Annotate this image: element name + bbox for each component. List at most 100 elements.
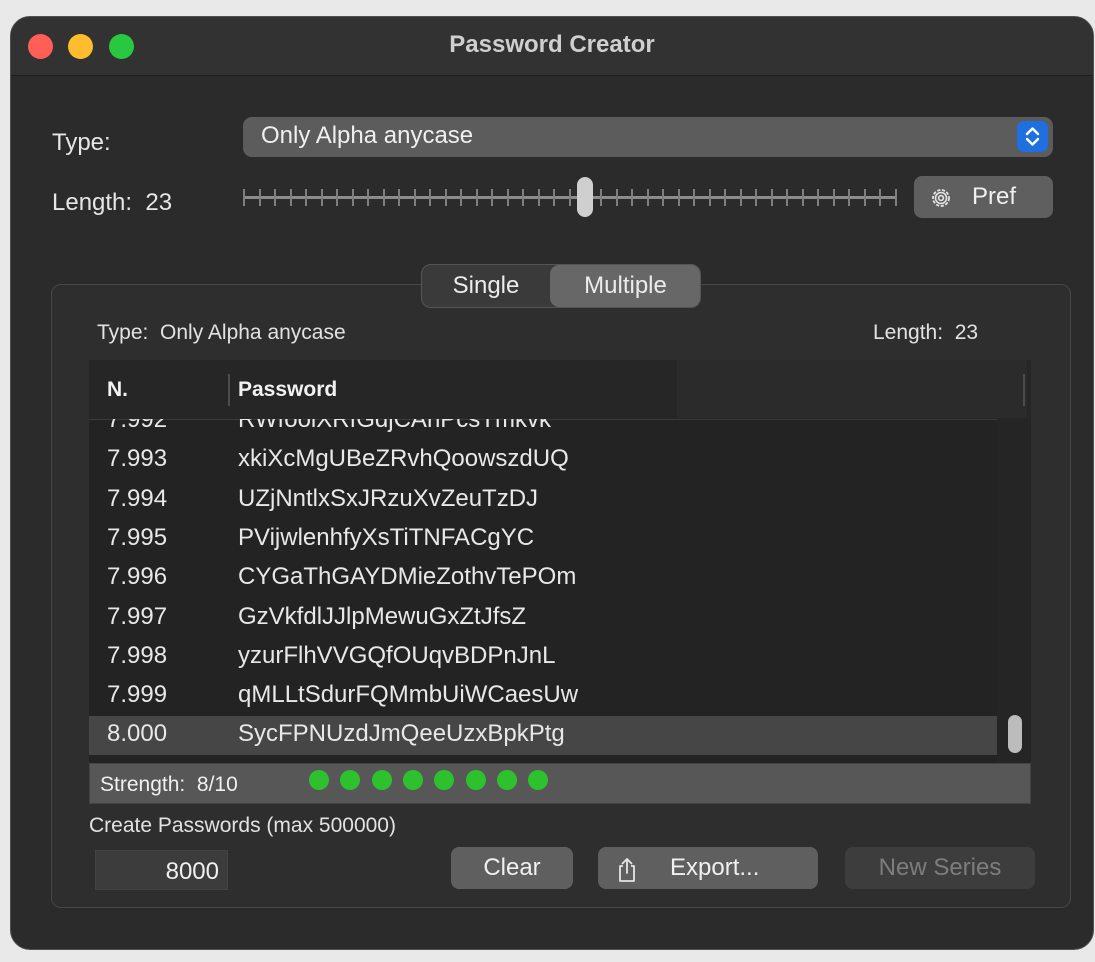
slider-tick	[351, 189, 354, 206]
table-row[interactable]: 8.000 SycFPNUzdJmQeeUzxBpkPtg	[89, 716, 997, 756]
pref-button-label: Pref	[972, 183, 1017, 210]
strength-dot	[434, 770, 455, 790]
slider-tick	[615, 189, 618, 206]
slider-tick	[677, 189, 680, 206]
strength-label: Strength: 8/10	[100, 773, 238, 796]
slider-tick	[243, 189, 245, 206]
mode-segmented-control: Single Multiple	[421, 264, 701, 308]
row-password: yzurFlhVVGQfOUqvBDPnJnL	[238, 641, 556, 669]
new-series-button[interactable]: New Series	[845, 847, 1035, 889]
password-table[interactable]: N. Password 7.992 RWfooiXRfGdjCAnPcsTmkvk…	[89, 360, 1031, 763]
clear-button[interactable]: Clear	[451, 847, 573, 889]
column-header-n[interactable]: N.	[107, 378, 128, 402]
row-password: SycFPNUzdJmQeeUzxBpkPtg	[238, 720, 565, 748]
strength-dot	[309, 770, 329, 790]
column-header-password[interactable]: Password	[238, 378, 337, 402]
row-password: PVijwlenhfyXsTiTNFACgYC	[238, 523, 535, 551]
summary-length: Length: 23	[873, 321, 979, 344]
slider-tick	[289, 189, 292, 206]
slider-tick	[258, 189, 261, 206]
table-body: 7.992 RWfooiXRfGdjCAnPcsTmkvk 7.993 xkiXcMg…	[89, 419, 997, 763]
table-row[interactable]: 7.995 PVijwlenhfyXsTiTNFACgYC	[89, 520, 997, 559]
window-title: Password Creator	[449, 31, 655, 58]
length-value: 23	[145, 189, 173, 216]
summary-type: Type: Only Alpha anycase	[97, 321, 346, 344]
slider-tick	[662, 189, 665, 206]
slider-tick	[848, 189, 851, 206]
slider-tick	[506, 189, 509, 206]
column-separator	[228, 374, 230, 406]
strength-dot	[340, 770, 361, 790]
type-label: Type:	[52, 129, 111, 156]
strength-value: 8/10	[196, 773, 238, 796]
slider-tick	[739, 189, 742, 206]
slider-tick	[305, 189, 308, 206]
title-bar: Password Creator	[11, 17, 1093, 76]
slider-tick	[755, 189, 758, 206]
gear-icon	[929, 186, 953, 217]
slider-tick	[724, 189, 727, 206]
slider-tick	[475, 189, 478, 206]
strength-dot	[465, 770, 486, 790]
slider-tick	[631, 189, 634, 206]
slider-tick	[693, 189, 696, 206]
row-number: 7.995	[107, 523, 168, 551]
table-scrollbar[interactable]	[997, 419, 1031, 763]
row-password: CYGaThGAYDMieZothvTePOm	[238, 563, 577, 591]
scrollbar-thumb[interactable]	[1008, 715, 1022, 753]
slider-tick	[320, 189, 323, 206]
table-row[interactable]: 7.996 CYGaThGAYDMieZothvTePOm	[89, 559, 997, 598]
row-password: RWfooiXRfGdjCAnPcsTmkvk	[238, 419, 551, 433]
slider-tick	[569, 189, 571, 206]
row-number: 7.998	[107, 641, 168, 669]
strength-dot	[402, 770, 423, 790]
column-separator	[1023, 374, 1025, 406]
row-password: GzVkfdlJJlpMewuGxZtJfsZ	[238, 602, 527, 630]
slider-tick	[460, 189, 463, 206]
slider-tick	[801, 189, 804, 206]
table-row[interactable]: 7.992 RWfooiXRfGdjCAnPcsTmkvk	[89, 419, 997, 441]
slider-tick	[770, 189, 773, 206]
up-down-chevron-icon	[1017, 121, 1048, 152]
row-number: 7.996	[107, 563, 168, 591]
table-row[interactable]: 7.994 UZjNntlxSxJRzuXvZeuTzDJ	[89, 481, 997, 520]
tab-single[interactable]: Single	[422, 265, 550, 307]
app-window: Password Creator Type: Only Alpha anycas…	[10, 16, 1094, 950]
slider-tick	[708, 189, 711, 206]
row-password: qMLLtSdurFQMmbUiWCaesUw	[238, 681, 579, 709]
share-icon	[615, 857, 639, 890]
row-password: xkiXcMgUBeZRvhQoowszdUQ	[238, 445, 569, 473]
slider-tick	[274, 189, 277, 206]
slider-tick	[600, 189, 603, 206]
strength-dot	[371, 770, 392, 790]
export-button[interactable]: Export...	[598, 847, 818, 889]
pref-button[interactable]: Pref	[914, 176, 1053, 218]
length-label: Length: 23	[52, 189, 173, 216]
table-row[interactable]: 7.998 yzurFlhVVGQfOUqvBDPnJnL	[89, 638, 997, 677]
row-number: 7.993	[107, 445, 168, 473]
length-slider-knob[interactable]	[576, 177, 593, 217]
password-count-field[interactable]: 8000	[95, 850, 228, 890]
create-passwords-label: Create Passwords (max 500000)	[89, 814, 396, 837]
row-number: 8.000	[107, 720, 168, 748]
slider-tick	[398, 189, 401, 206]
slider-tick	[817, 189, 820, 206]
type-popup[interactable]: Only Alpha anycase	[243, 117, 1053, 157]
tab-multiple[interactable]: Multiple	[550, 265, 700, 307]
type-popup-value: Only Alpha anycase	[261, 122, 474, 149]
row-number: 7.994	[107, 484, 168, 512]
table-row[interactable]: 7.999 qMLLtSdurFQMmbUiWCaesUw	[89, 677, 997, 716]
row-number: 7.999	[107, 681, 168, 709]
row-number: 7.997	[107, 602, 168, 630]
row-number: 7.992	[107, 419, 168, 433]
slider-tick	[491, 189, 494, 206]
slider-tick	[382, 189, 385, 206]
table-row[interactable]: 7.993 xkiXcMgUBeZRvhQoowszdUQ	[89, 441, 997, 480]
table-row[interactable]: 7.997 GzVkfdlJJlpMewuGxZtJfsZ	[89, 599, 997, 638]
row-password: UZjNntlxSxJRzuXvZeuTzDJ	[238, 484, 539, 512]
slider-tick	[522, 189, 525, 206]
slider-tick	[879, 189, 882, 206]
strength-dot	[528, 770, 549, 790]
slider-tick	[336, 189, 339, 206]
slider-tick	[646, 189, 649, 206]
